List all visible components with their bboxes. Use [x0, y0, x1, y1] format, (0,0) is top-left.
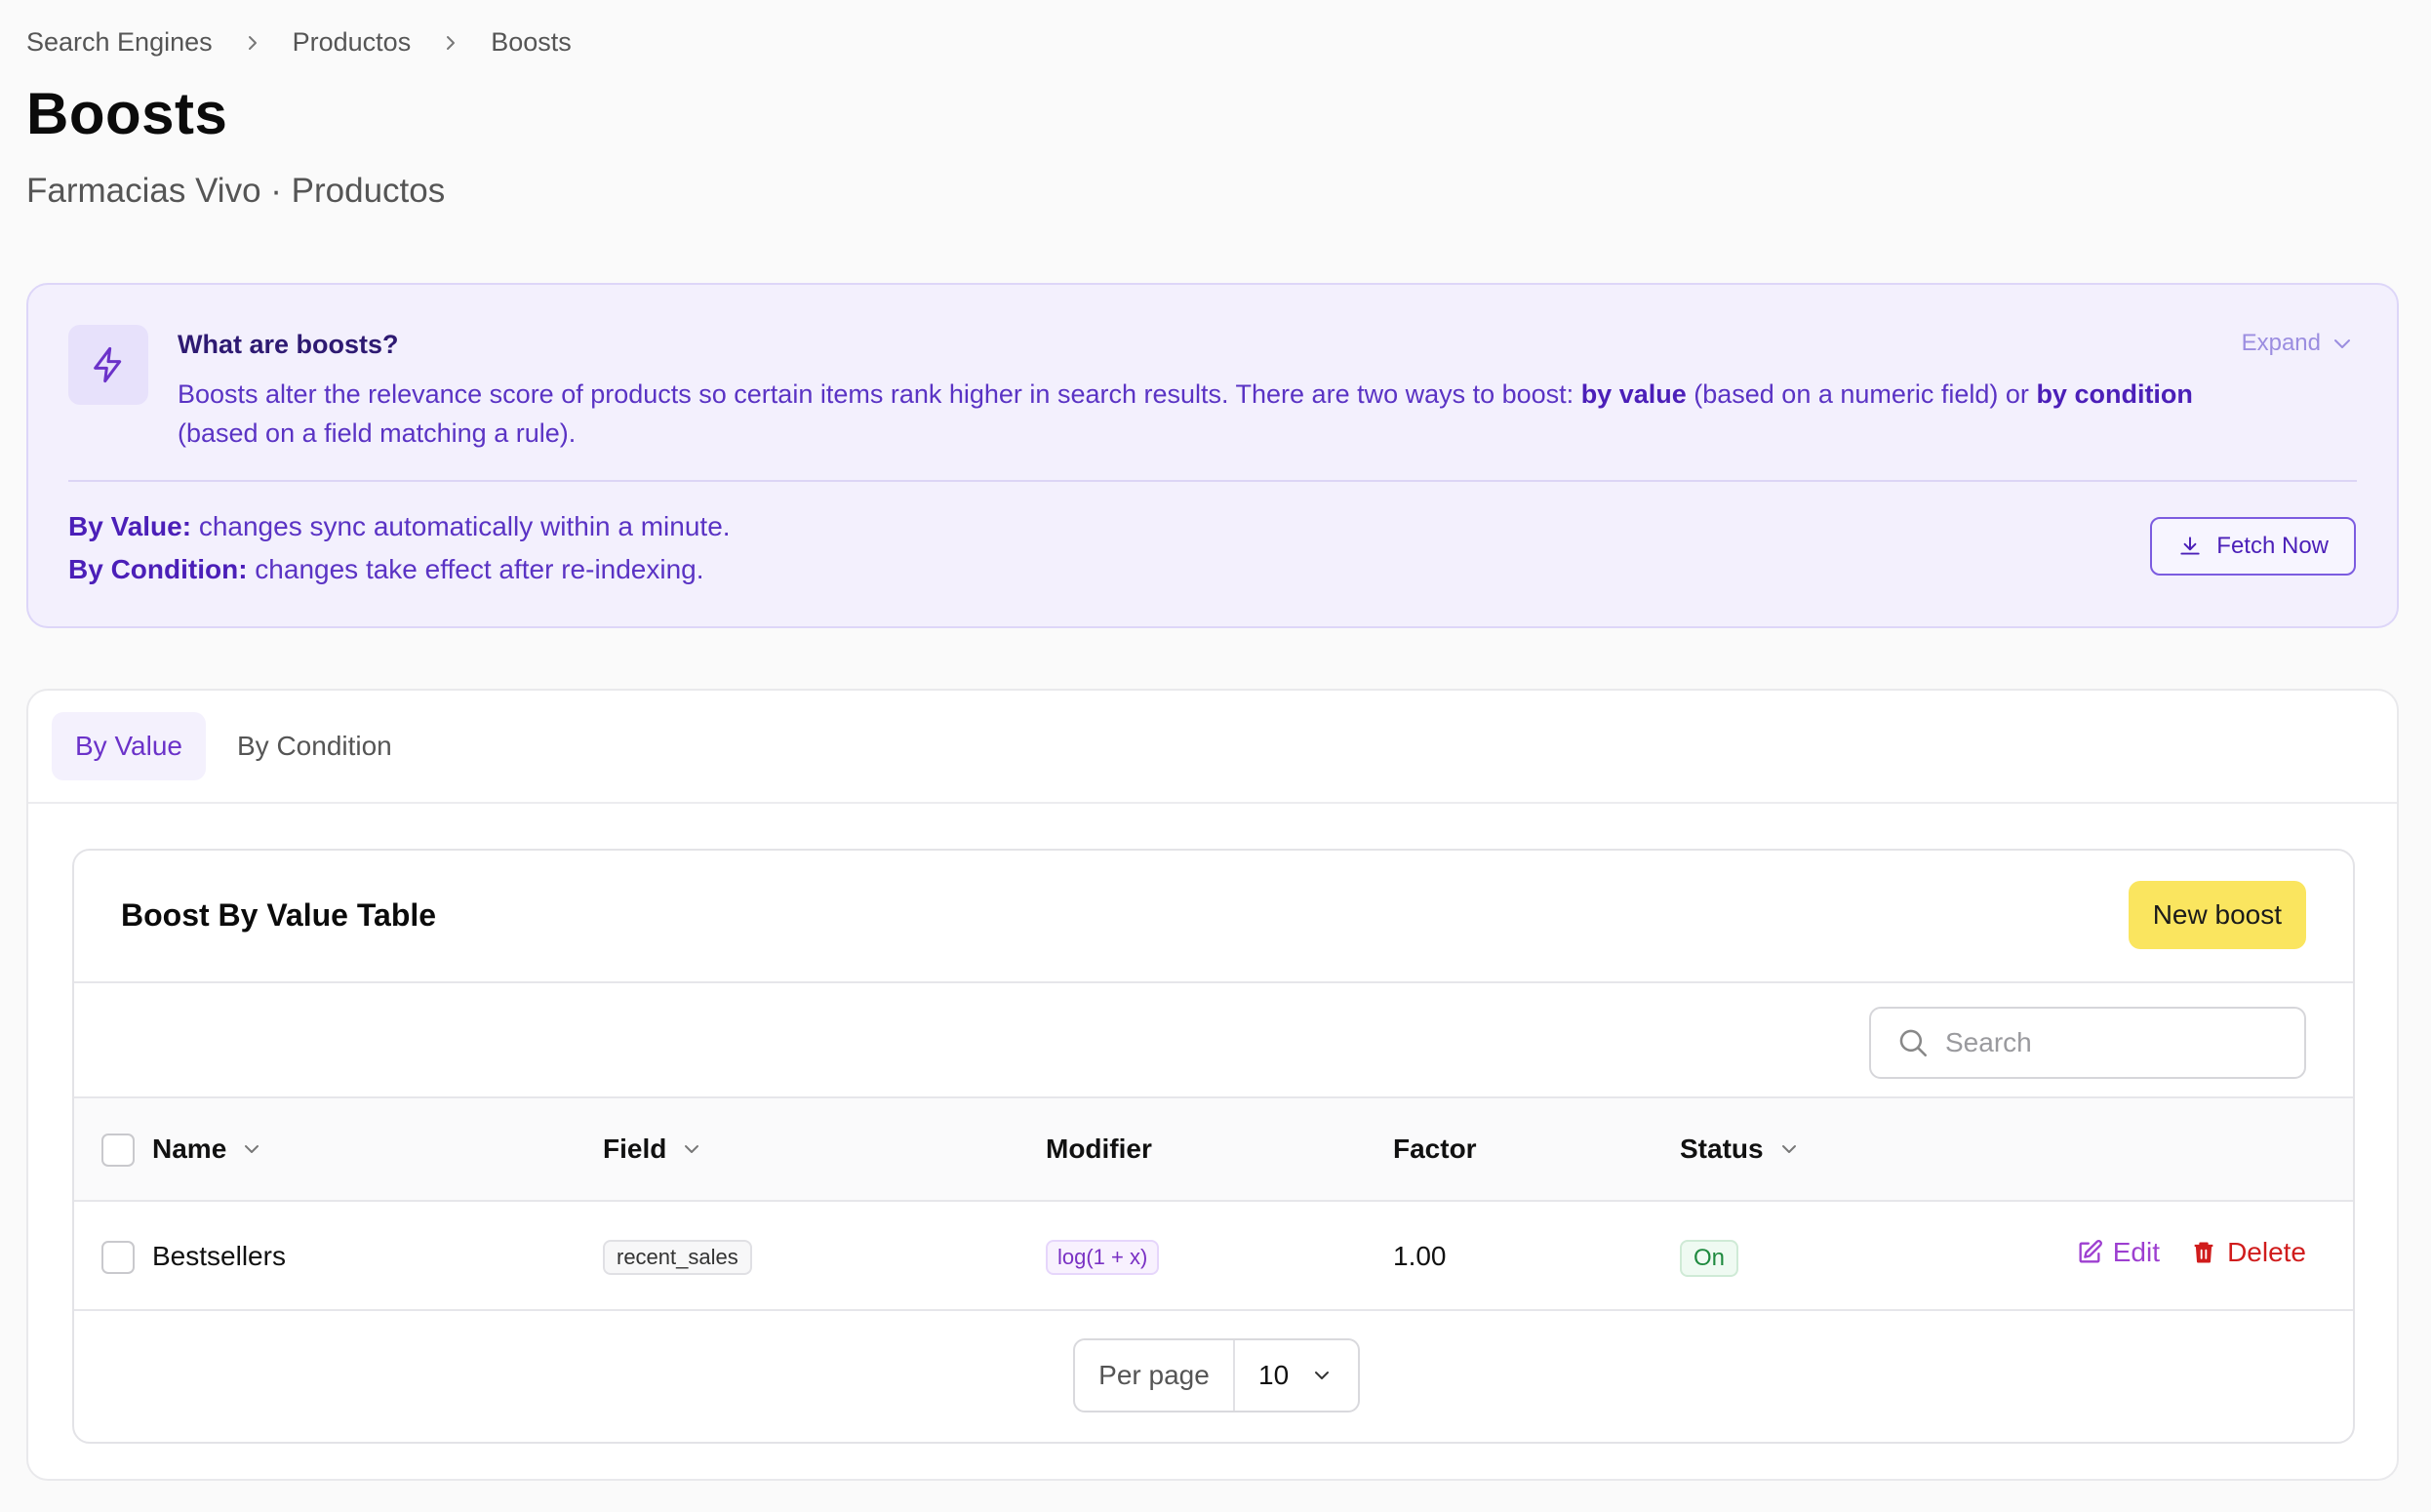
delete-button[interactable]: Delete [2190, 1237, 2306, 1268]
boost-tabs: By Value By Condition [52, 712, 416, 780]
chevron-down-icon [1781, 1145, 1796, 1153]
info-desc-bold-by-condition: by condition [2036, 379, 2193, 409]
delete-label: Delete [2227, 1237, 2306, 1267]
cell-factor: 1.00 [1393, 1241, 1447, 1271]
chevron-right-icon [238, 28, 267, 58]
page-title: Boosts [26, 81, 228, 146]
chevron-down-icon [1315, 1372, 1330, 1379]
tabs-divider [28, 802, 2397, 804]
per-page-select[interactable]: 10 [1235, 1340, 1358, 1411]
column-label: Status [1680, 1134, 1764, 1164]
select-all-checkbox[interactable] [101, 1134, 135, 1167]
chevron-down-icon [2334, 339, 2350, 348]
table-title: Boost By Value Table [121, 897, 437, 933]
info-by-condition-text: changes take effect after re-indexing. [247, 554, 704, 584]
info-desc-bold-by-value: by value [1580, 379, 1687, 409]
column-label: Factor [1393, 1134, 1477, 1164]
per-page-value: 10 [1258, 1360, 1290, 1390]
cell-modifier: log(1 + x) [1046, 1240, 1160, 1275]
column-header-modifier: Modifier [1046, 1134, 1152, 1165]
column-header-name[interactable]: Name [152, 1134, 263, 1165]
info-desc-text: Boosts alter the relevance score of prod… [178, 379, 1581, 409]
info-description: Boosts alter the relevance score of prod… [178, 375, 2246, 453]
column-label: Field [603, 1134, 667, 1164]
divider [74, 1309, 2353, 1311]
trash-icon [2194, 1242, 2213, 1263]
cell-field: recent_sales [603, 1240, 752, 1275]
table-header: Name Field Modifier Factor Status [74, 1098, 2353, 1200]
chevron-right-icon [436, 28, 465, 58]
info-by-value-note: By Value: changes sync automatically wit… [68, 511, 731, 542]
per-page-selector: Per page 10 [1073, 1338, 1360, 1413]
info-by-condition-note: By Condition: changes take effect after … [68, 554, 704, 585]
lightning-icon [68, 325, 148, 405]
column-header-field[interactable]: Field [603, 1134, 703, 1165]
column-header-status[interactable]: Status [1680, 1134, 1801, 1165]
edit-label: Edit [2112, 1237, 2160, 1267]
cell-name: Bestsellers [152, 1241, 286, 1271]
page-subtitle: Farmacias Vivo · Productos [26, 172, 446, 210]
info-by-value-text: changes sync automatically within a minu… [191, 511, 731, 541]
info-by-value-label: By Value: [68, 511, 192, 541]
breadcrumb-item-boosts[interactable]: Boosts [491, 27, 572, 58]
breadcrumb-item-productos[interactable]: Productos [293, 27, 412, 58]
tab-by-value[interactable]: By Value [52, 712, 206, 780]
breadcrumb-item-search-engines[interactable]: Search Engines [26, 27, 213, 58]
search-input[interactable] [1945, 1027, 2277, 1058]
expand-label: Expand [2241, 330, 2321, 356]
chevron-down-icon [245, 1145, 259, 1153]
info-by-condition-label: By Condition: [68, 554, 248, 584]
fetch-now-button[interactable]: Fetch Now [2150, 517, 2356, 576]
info-desc-text: (based on a numeric field) or [1686, 379, 2037, 409]
column-header-factor: Factor [1393, 1134, 1477, 1165]
status-badge: On [1680, 1240, 1739, 1277]
info-title: What are boosts? [178, 330, 399, 359]
boost-by-value-table-card: Boost By Value Table New boost Name Fiel… [72, 849, 2355, 1444]
expand-button[interactable]: Expand [2242, 330, 2354, 357]
per-page-label: Per page [1075, 1340, 1235, 1411]
chevron-down-icon [685, 1145, 699, 1153]
divider [74, 981, 2353, 983]
column-label: Modifier [1046, 1134, 1152, 1164]
breadcrumb: Search Engines Productos Boosts [26, 27, 572, 58]
column-label: Name [152, 1134, 227, 1164]
boost-info-card: What are boosts? Boosts alter the releva… [26, 283, 2399, 628]
info-divider [68, 480, 2357, 482]
search-icon [1899, 1029, 1928, 1057]
table-row: Bestsellers recent_sales log(1 + x) 1.00… [74, 1202, 2353, 1309]
boosts-main-card: By Value By Condition Boost By Value Tab… [26, 689, 2399, 1481]
download-icon [2180, 537, 2200, 555]
edit-button[interactable]: Edit [2076, 1237, 2160, 1268]
row-checkbox[interactable] [101, 1241, 135, 1274]
info-desc-text: (based on a field matching a rule). [178, 418, 577, 448]
edit-icon [2079, 1240, 2102, 1263]
fetch-now-label: Fetch Now [2216, 533, 2329, 559]
tab-by-condition[interactable]: By Condition [214, 712, 416, 780]
search-box[interactable] [1869, 1007, 2306, 1079]
new-boost-button[interactable]: New boost [2128, 881, 2306, 949]
